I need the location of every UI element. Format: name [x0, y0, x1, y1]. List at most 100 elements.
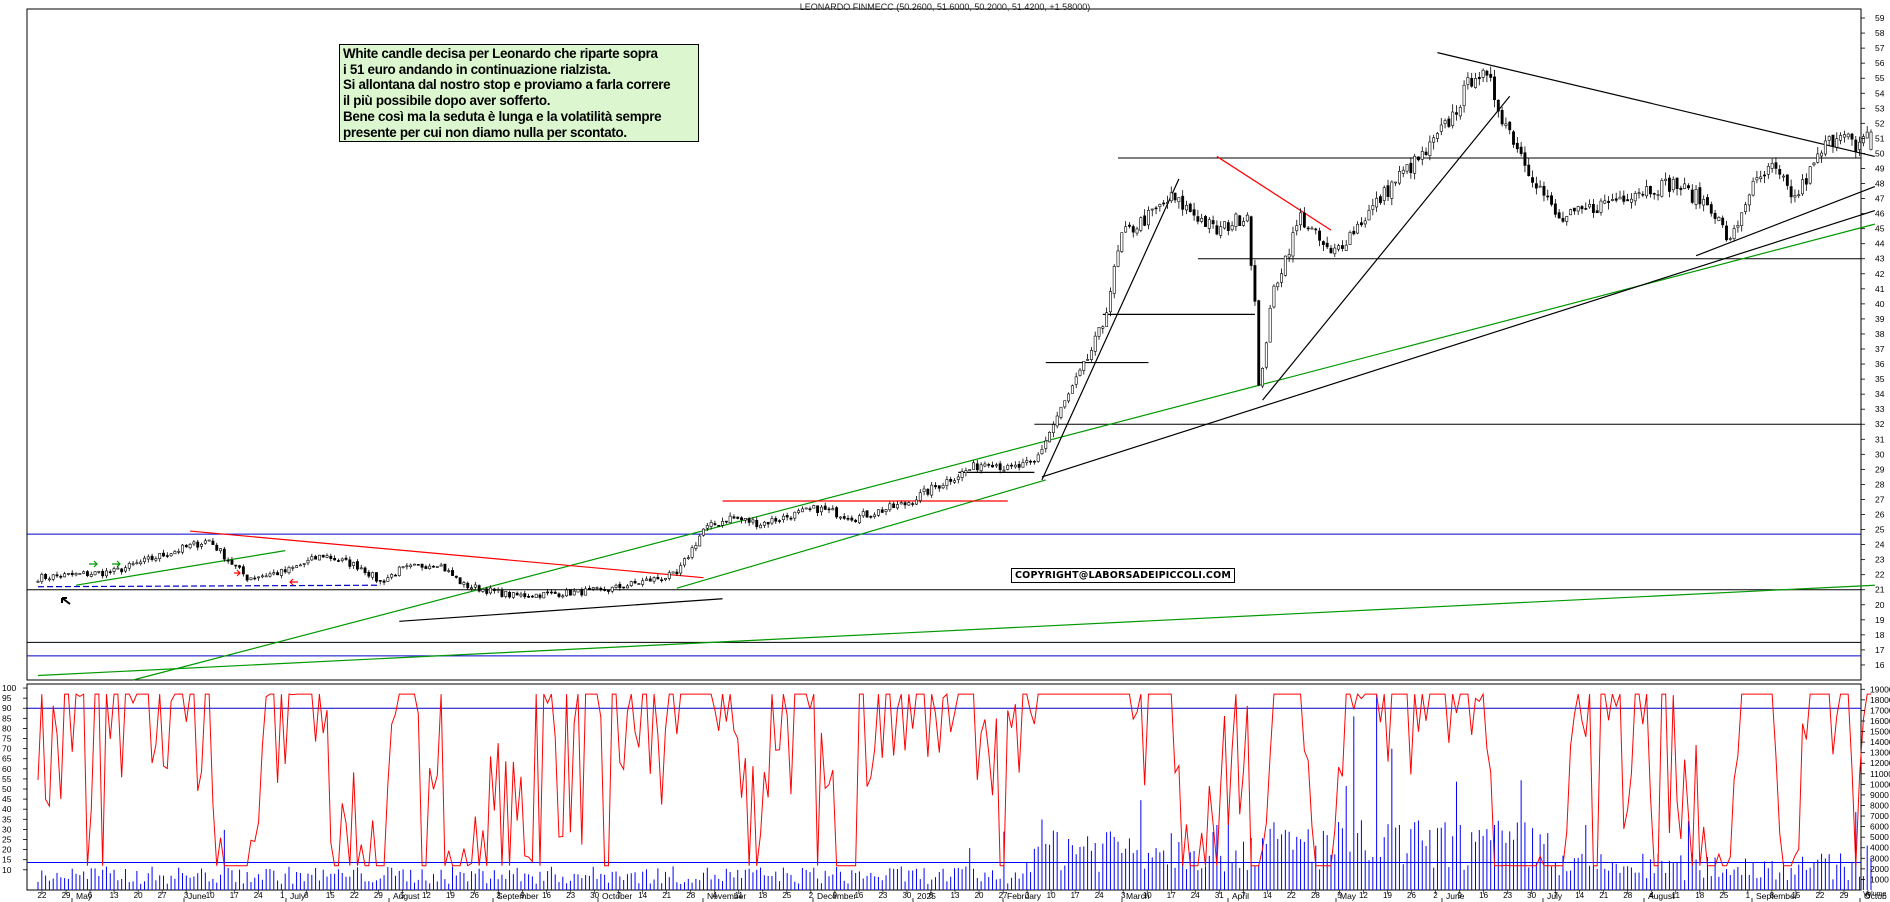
note-line: Bene così ma la seduta è lunga e la vola… [343, 108, 662, 124]
candle-body [1595, 210, 1599, 214]
candle-body [1044, 440, 1048, 449]
candle-body [1340, 245, 1344, 249]
candle-body [1687, 185, 1690, 189]
candle-body [705, 525, 709, 529]
candle-body [1660, 180, 1664, 197]
y-tick-label: 41 [1875, 284, 1885, 294]
candle-body [1763, 174, 1766, 177]
candle-body [1375, 197, 1379, 208]
x-day-label: 28 [1311, 891, 1320, 900]
candle-body [1390, 181, 1394, 199]
candle-body [603, 589, 607, 591]
candle-body [66, 573, 70, 575]
osc-tick-label: 20 [2, 845, 12, 855]
candle-body [1622, 195, 1626, 202]
volume-tick-label: 18000 [1870, 695, 1890, 705]
candle-body [1523, 152, 1527, 166]
candle-body [382, 580, 386, 583]
candle-body [439, 564, 443, 567]
candle-body [1519, 146, 1523, 155]
y-tick-label: 23 [1875, 555, 1885, 565]
x-month-label: September [497, 891, 539, 901]
candle-body [1774, 162, 1778, 169]
candle-body [359, 567, 363, 570]
candle-body [652, 577, 656, 582]
y-tick-label: 24 [1875, 540, 1885, 550]
candle-body [1249, 216, 1253, 266]
candle-body [527, 595, 531, 598]
candle-body [1614, 198, 1618, 201]
candle-body [1230, 225, 1234, 231]
volume-tick-label: 3000 [1870, 853, 1889, 863]
y-tick-label: 28 [1875, 479, 1885, 489]
candle-body [1599, 200, 1603, 213]
x-day-label: 27 [158, 891, 167, 900]
y-tick-label: 53 [1875, 103, 1885, 113]
x-month-label: November [707, 891, 746, 901]
candle-body [823, 505, 827, 510]
candle-body [420, 563, 424, 568]
candle-body [432, 565, 435, 568]
x-day-label: 17 [1071, 891, 1080, 900]
candle-body [1264, 342, 1268, 368]
candle-body [1466, 77, 1470, 85]
y-tick-label: 59 [1875, 13, 1885, 23]
candle-body [1234, 213, 1238, 227]
candle-body [1504, 123, 1508, 126]
x-month-label: March [1126, 891, 1150, 901]
candle-body [728, 515, 732, 524]
candle-body [1652, 193, 1656, 195]
candle-body [1633, 193, 1637, 202]
candle-body [1310, 227, 1314, 230]
candle-body [481, 589, 485, 592]
y-tick-label: 33 [1875, 404, 1885, 414]
candle-body [542, 591, 546, 599]
candle-body [458, 577, 462, 585]
candle-body [1618, 196, 1622, 200]
candle-body [154, 558, 158, 561]
candle-body [1150, 208, 1154, 211]
x-month-label: October [602, 891, 632, 901]
volume-tick-label: 10000 [1870, 779, 1890, 789]
candle-body [249, 577, 253, 580]
candle-body [865, 510, 869, 518]
candle-body [375, 572, 378, 582]
candle-body [1725, 225, 1728, 241]
candle-body [1196, 216, 1200, 222]
candle-body [127, 563, 131, 569]
x-day-label: 22 [1815, 891, 1824, 900]
candle-body [1474, 78, 1477, 88]
candle-body [740, 517, 743, 521]
candle-body [1747, 194, 1751, 206]
candle-body [143, 557, 146, 563]
x-month-label: August [393, 891, 420, 901]
candle-body [747, 518, 751, 523]
candle-body [1055, 415, 1059, 427]
candle-body [47, 578, 51, 581]
candle-body [797, 510, 801, 513]
x-day-label: 26 [1407, 891, 1416, 900]
candle-body [515, 592, 519, 596]
candle-body [880, 509, 884, 513]
x-day-label: 13 [951, 891, 960, 900]
candle-body [964, 470, 968, 474]
candle-body [1226, 222, 1230, 231]
candle-body [1607, 200, 1611, 203]
candle-body [1432, 137, 1436, 143]
buy-arrow-icon [112, 560, 121, 568]
candlestick-series [36, 66, 1873, 600]
y-tick-label: 55 [1875, 73, 1885, 83]
candle-body [409, 564, 413, 567]
candle-body [63, 573, 67, 578]
candle-body [1401, 169, 1405, 174]
candle-body [888, 503, 892, 511]
candle-body [1158, 204, 1162, 207]
candle-body [1242, 221, 1245, 226]
candle-body [1713, 212, 1717, 219]
candle-body [1086, 359, 1090, 361]
candle-body [325, 555, 329, 558]
candle-body [633, 581, 637, 584]
volume-tick-label: 1000 [1870, 874, 1889, 884]
x-day-label: 16 [542, 891, 551, 900]
candle-body [1010, 464, 1013, 467]
